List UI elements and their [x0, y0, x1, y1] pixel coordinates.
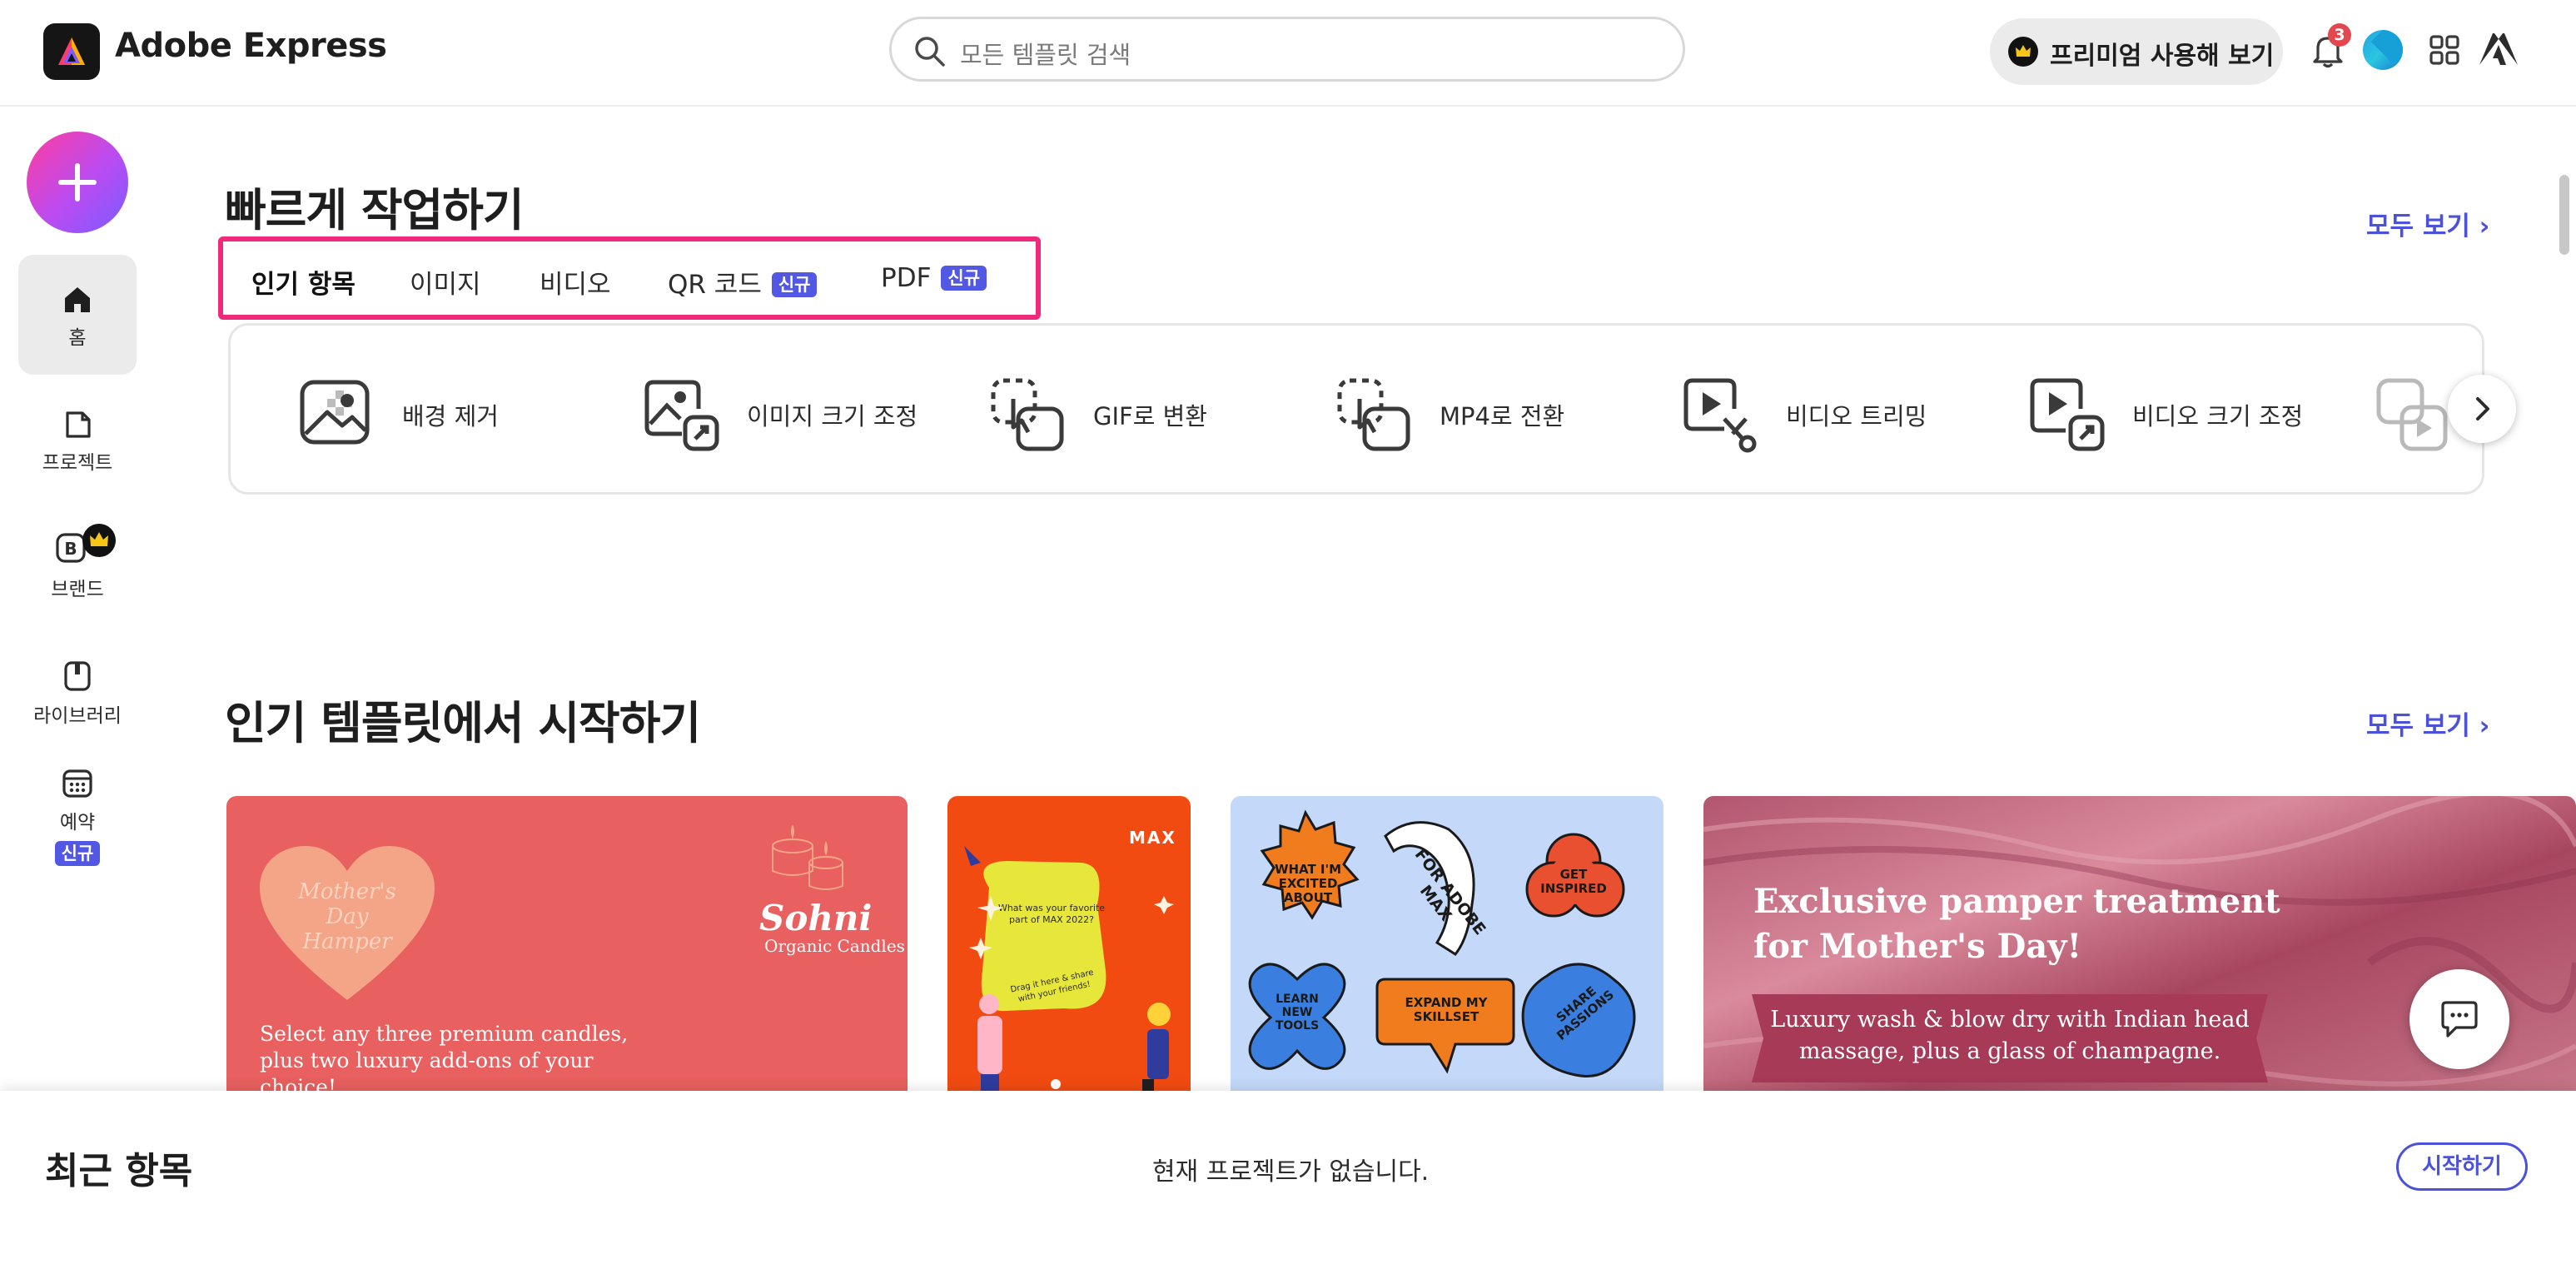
template-card-max-stickers[interactable]: WHAT I'M EXCITED ABOUT FOR ADOBE MAX GET…	[1231, 796, 1663, 1092]
card-subtext-line-1: Luxury wash & blow dry with Indian head	[1770, 1007, 2250, 1033]
templates-title: 인기 템플릿에서 시작하기	[225, 697, 701, 749]
card-brand-sub: Organic Candles	[764, 936, 905, 956]
top-header: Adobe Express 모든 템플릿 검색 프리미엄 사용해 보기 3	[0, 0, 2576, 107]
convert-gif-icon	[991, 378, 1064, 451]
crown-icon	[2008, 37, 2038, 67]
card-headline-line-1: Exclusive pamper treatment	[1753, 882, 2280, 921]
heart-text: Mother's Day Hamper	[298, 879, 396, 954]
user-avatar[interactable]	[2363, 30, 2403, 70]
quick-actions-carousel: 배경 제거 이미지 크기 조정 GIF로 변환 MP4로 전환 비디오 트리밍 …	[228, 323, 2484, 495]
new-badge: 신규	[771, 272, 818, 297]
sidebar-item-label: 홈	[68, 327, 87, 349]
tab-label: QR 코드	[668, 270, 762, 300]
sticker-label: EXPAND MY SKILLSET	[1405, 995, 1488, 1024]
tab-label: 이미지	[410, 270, 481, 300]
card-brand: Sohni	[759, 898, 873, 938]
quick-action-label: MP4로 전환	[1440, 402, 1565, 430]
tab-label: 비디오	[540, 270, 611, 300]
adobe-express-logo[interactable]	[43, 23, 100, 80]
chat-bubble-icon	[2441, 1001, 2478, 1038]
card-headline: Exclusive pamper treatment for Mother's …	[1753, 879, 2280, 969]
notification-count-badge: 3	[2328, 23, 2351, 47]
create-new-button[interactable]	[27, 132, 128, 233]
sidebar-item-label: 라이브러리	[33, 705, 122, 727]
video-merge-icon	[2376, 378, 2448, 451]
try-premium-button[interactable]: 프리미엄 사용해 보기	[1990, 18, 2283, 85]
quick-actions-title: 빠르게 작업하기	[225, 184, 525, 236]
resize-image-icon	[644, 380, 719, 451]
svg-text:B: B	[64, 539, 77, 559]
premium-crown-icon	[82, 524, 116, 557]
templates-see-all-link[interactable]: 모두 보기 ›	[2366, 704, 2489, 742]
convert-mp4-icon	[1337, 378, 1410, 451]
sidebar-item-home[interactable]: 홈	[18, 255, 137, 375]
tab-image[interactable]: 이미지	[410, 263, 481, 301]
sidebar-item-brand[interactable]: B 브랜드	[18, 523, 137, 615]
projects-icon	[66, 411, 91, 438]
recent-empty-message: 현재 프로젝트가 없습니다.	[1152, 1157, 1430, 1187]
calendar-icon	[62, 769, 92, 798]
new-badge: 신규	[941, 266, 987, 291]
sticker-label: WHAT I'M EXCITED ABOUT	[1274, 862, 1342, 905]
tab-pdf[interactable]: PDF 신규	[881, 263, 987, 293]
card-subtext: Luxury wash & blow dry with Indian head …	[1752, 1004, 2268, 1067]
candles-illustration	[772, 824, 843, 890]
remove-background-icon	[300, 380, 370, 445]
quick-action-label: 비디오 크기 조정	[2132, 402, 2304, 430]
quick-action-label: GIF로 변환	[1093, 402, 1207, 430]
carousel-next-button[interactable]	[2448, 375, 2516, 443]
card-body-text: Select any three premium candles, plus t…	[260, 1022, 629, 1092]
quick-action-label: 비디오 트리밍	[1786, 402, 1927, 430]
premium-label: 프리미엄 사용해 보기	[2050, 42, 2275, 71]
sticker-label: LEARN NEW TOOLS	[1275, 993, 1320, 1033]
sidebar-item-library[interactable]: 라이브러리	[18, 659, 137, 743]
tab-label: PDF	[881, 263, 932, 293]
tab-video[interactable]: 비디오	[540, 263, 611, 301]
stickers-illustration	[1248, 809, 1636, 1077]
sidebar-item-projects[interactable]: 프로젝트	[18, 405, 137, 488]
sidebar-item-label: 예약	[59, 812, 96, 834]
sticker-label: GET INSPIRED	[1540, 867, 1607, 896]
search-icon	[915, 37, 945, 67]
recent-items-panel: 최근 항목 현재 프로젝트가 없습니다. 시작하기	[0, 1091, 2576, 1279]
template-card-mothers-day-candles[interactable]: Mother's Day Hamper Sohni Organic Candle…	[226, 796, 908, 1092]
card-subtext-line-2: massage, plus a glass of champagne.	[1798, 1038, 2221, 1064]
chevron-right-icon	[2476, 397, 2489, 421]
search-input[interactable]: 모든 템플릿 검색	[889, 17, 1685, 82]
tab-popular[interactable]: 인기 항목	[251, 263, 356, 301]
sidebar-item-label: 브랜드	[51, 579, 104, 600]
recent-title: 최근 항목	[45, 1150, 193, 1192]
adobe-logo-icon[interactable]	[2478, 32, 2519, 68]
quick-actions-see-all-link[interactable]: 모두 보기 ›	[2366, 205, 2489, 242]
tab-qr-code[interactable]: QR 코드 신규	[668, 263, 818, 301]
quick-action-label: 이미지 크기 조정	[747, 402, 918, 430]
sidebar-item-label: 프로젝트	[42, 452, 113, 474]
card-headline-line-2: for Mother's Day!	[1753, 927, 2082, 966]
page-scrollbar[interactable]	[2559, 175, 2569, 255]
brand-name[interactable]: Adobe Express	[115, 27, 387, 65]
tab-label: 인기 항목	[251, 270, 356, 300]
quick-action-label: 배경 제거	[402, 402, 499, 430]
trim-video-icon	[1683, 378, 1757, 453]
start-button[interactable]: 시작하기	[2396, 1142, 2528, 1191]
library-icon	[64, 661, 91, 691]
sidebar-item-schedule[interactable]: 예약 신규	[18, 766, 137, 874]
search-placeholder: 모든 템플릿 검색	[960, 41, 1131, 69]
app-switcher-icon[interactable]	[2428, 33, 2461, 67]
template-card-adobe-max[interactable]: MAX What was your favorite part of MAX 2…	[947, 796, 1191, 1092]
new-badge: 신규	[54, 841, 101, 866]
home-icon	[65, 287, 90, 312]
chat-button[interactable]	[2409, 969, 2509, 1069]
resize-video-icon	[2030, 378, 2105, 451]
max-people-illustration	[964, 846, 1174, 1092]
